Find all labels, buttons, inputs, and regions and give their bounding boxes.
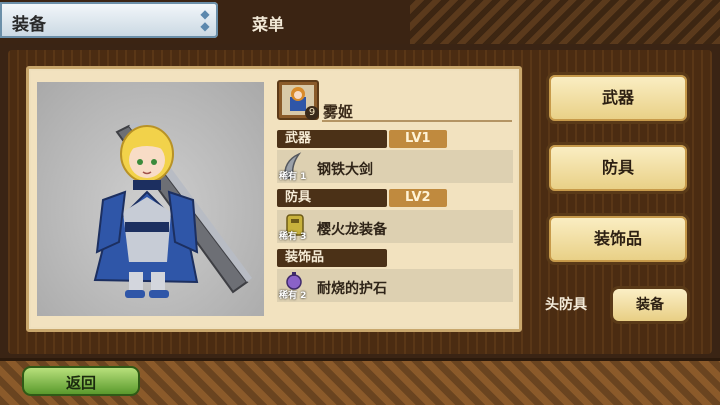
armor-button[interactable]: 防具	[546, 142, 690, 194]
armor-rarity: 稀有 3	[279, 232, 307, 242]
page-title-plate: 装备 ◆ ◆	[0, 2, 218, 38]
weapon-button[interactable]: 武器	[546, 72, 690, 124]
accessory-section-label: 装饰品	[277, 249, 387, 267]
character-avatar: 9	[277, 80, 319, 120]
accessory-button[interactable]: 装饰品	[546, 213, 690, 265]
character-portrait	[37, 82, 264, 316]
weapon-item-row[interactable]: 稀有 1 钢铁大剑	[277, 150, 513, 183]
weapon-name: 钢铁大剑	[317, 162, 373, 178]
accessory-name: 耐烧的护石	[317, 281, 387, 297]
armor-item-row[interactable]: 稀有 3 樱火龙装备	[277, 210, 513, 243]
armor-icon: 稀有 3	[279, 211, 311, 242]
hunter-character-icon	[93, 122, 252, 298]
armor-name: 樱火龙装备	[317, 222, 387, 238]
name-divider	[322, 120, 512, 122]
diamond-ornament-icon: ◆ ◆	[200, 7, 210, 33]
armor-level: LV2	[389, 189, 447, 207]
charm-icon: 稀有 2	[279, 270, 311, 301]
weapon-level: LV1	[389, 130, 447, 148]
head-armor-label: 头防具	[545, 297, 587, 313]
character-name: 雾姬	[323, 103, 354, 121]
top-bar: 装备 ◆ ◆ 菜单	[0, 0, 720, 44]
page-title: 装备	[12, 15, 46, 35]
accessory-item-row[interactable]: 稀有 2 耐烧的护石	[277, 269, 513, 302]
accessory-rarity: 稀有 2	[279, 291, 307, 301]
weapon-rarity: 稀有 1	[279, 172, 307, 182]
back-button[interactable]: 返回	[22, 366, 140, 396]
menu-label[interactable]: 菜单	[252, 11, 284, 35]
equip-button[interactable]: 装备	[610, 286, 690, 324]
level-badge: 9	[305, 106, 319, 120]
greatsword-icon: 稀有 1	[279, 151, 311, 182]
armor-section-label: 防具	[277, 189, 387, 207]
weapon-section-label: 武器	[277, 130, 387, 148]
